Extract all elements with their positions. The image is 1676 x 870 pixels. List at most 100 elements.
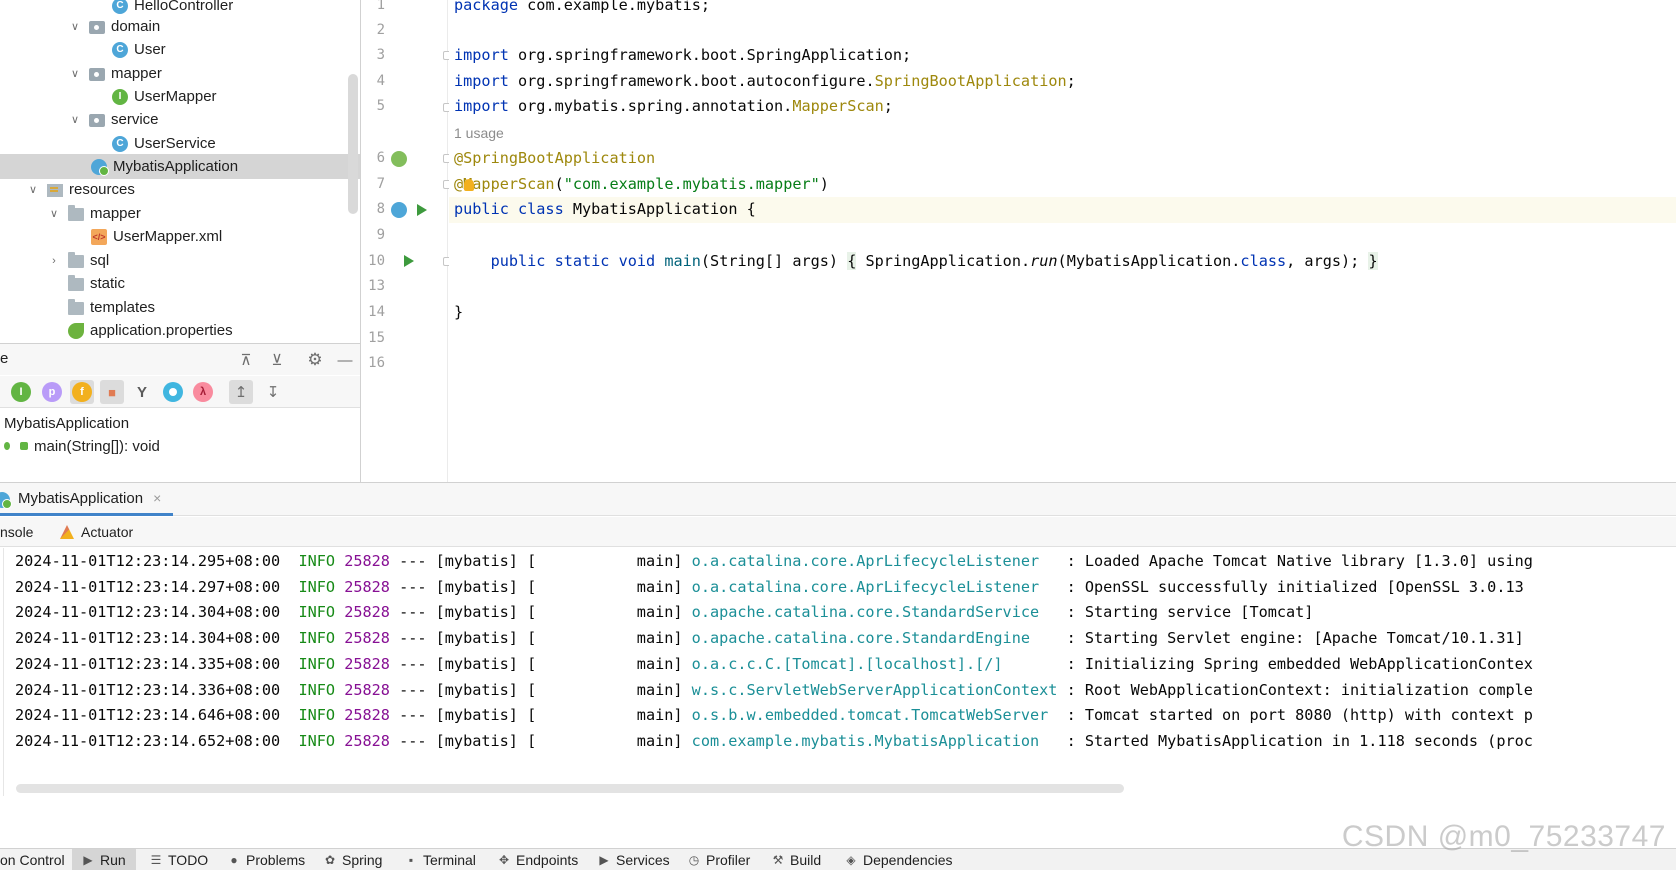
spring-icon: ✿ xyxy=(324,853,336,867)
profiler-icon: ◷ xyxy=(688,853,700,867)
tree-item-usermapper-xml[interactable]: </> UserMapper.xml xyxy=(0,224,360,249)
console-log-line[interactable]: 2024-11-01T12:23:14.335+08:00 INFO 25828… xyxy=(15,651,1533,677)
tool-services[interactable]: ▶ Services xyxy=(598,849,669,870)
tree-item-label: UserMapper.xml xyxy=(113,228,223,245)
spring-app-gutter-icon[interactable] xyxy=(391,202,407,218)
chevron-down-icon[interactable]: ∨ xyxy=(25,183,41,196)
tree-item-userservice[interactable]: C UserService xyxy=(0,131,360,156)
tool-run[interactable]: ▶ Run xyxy=(72,849,136,870)
autoscroll-to-source-icon[interactable]: ↥ xyxy=(230,381,252,403)
console-log-line[interactable]: 2024-11-01T12:23:14.646+08:00 INFO 25828… xyxy=(15,702,1533,728)
tree-item-resources[interactable]: ∨ resources xyxy=(0,177,360,202)
chevron-down-icon[interactable]: ∨ xyxy=(67,67,83,80)
tool-terminal[interactable]: ▪ Terminal xyxy=(405,849,476,870)
tree-item-usermapper[interactable]: I UserMapper xyxy=(0,84,360,109)
code-line-8[interactable]: public class MybatisApplication { xyxy=(454,197,756,222)
tree-item-domain[interactable]: ∨ domain xyxy=(0,14,360,39)
tree-item-user[interactable]: C User xyxy=(0,37,360,62)
console-log-line[interactable]: 2024-11-01T12:23:14.304+08:00 INFO 25828… xyxy=(15,599,1313,625)
code-line-5[interactable]: import org.mybatis.spring.annotation.Map… xyxy=(454,94,893,119)
code-line-1[interactable]: package com.example.mybatis; xyxy=(454,0,710,18)
tool-version-control[interactable]: on Control xyxy=(0,849,65,870)
services-icon: ▶ xyxy=(599,853,609,867)
fields-f-icon[interactable]: f xyxy=(72,382,92,402)
collapse-all-icon[interactable]: ⊻ xyxy=(266,349,288,371)
chevron-down-icon[interactable]: ∨ xyxy=(67,20,83,33)
tree-item-mybatisapplication[interactable]: MybatisApplication xyxy=(0,154,360,179)
inherited-icon[interactable]: I xyxy=(11,382,31,402)
tree-item-templates[interactable]: templates xyxy=(0,295,360,320)
tree-item-static[interactable]: static xyxy=(0,271,360,296)
tree-item-mapper-folder[interactable]: ∨ mapper xyxy=(0,201,360,226)
structure-toolbar: e ⊼ ⊻ ⚙ — xyxy=(0,343,360,375)
lambda-icon[interactable]: λ xyxy=(193,382,213,402)
line-number: 7 xyxy=(376,176,385,192)
log-pid: 25828 xyxy=(344,603,390,622)
tree-item-application-properties[interactable]: application.properties xyxy=(0,318,360,343)
code-line-6[interactable]: @SpringBootApplication xyxy=(454,146,655,171)
close-icon[interactable]: × xyxy=(153,490,161,506)
tree-scrollbar[interactable] xyxy=(348,74,358,214)
hierarchy-icon[interactable]: Y xyxy=(132,382,152,402)
console-horizontal-scrollbar[interactable] xyxy=(16,784,1124,793)
anonymous-icon[interactable] xyxy=(163,382,183,402)
structure-class[interactable]: MybatisApplication xyxy=(4,411,129,435)
minimize-icon[interactable]: — xyxy=(334,349,356,371)
properties-p-icon[interactable]: p xyxy=(42,382,62,402)
run-main-gutter-icon[interactable] xyxy=(404,255,414,267)
run-icon: ▶ xyxy=(83,853,93,867)
usage-hint[interactable]: 1 usage xyxy=(454,121,504,146)
chevron-down-icon[interactable]: ∨ xyxy=(46,207,62,220)
tool-profiler[interactable]: ◷ Profiler xyxy=(688,849,751,870)
tab-console[interactable]: nsole xyxy=(0,517,33,547)
tool-endpoints[interactable]: ✥ Endpoints xyxy=(498,849,578,870)
code-editor[interactable]: package com.example.mybatis; import org.… xyxy=(449,0,1676,482)
tab-actuator[interactable]: Actuator xyxy=(60,517,133,547)
folder-icon xyxy=(68,252,84,268)
tree-item-service[interactable]: ∨ service xyxy=(0,107,360,132)
log-logger: o.s.b.w.embedded.tomcat.TomcatWebServer xyxy=(691,706,1058,725)
expand-all-icon[interactable]: ⊼ xyxy=(235,349,257,371)
chevron-down-icon[interactable]: ∨ xyxy=(67,113,83,126)
structure-method[interactable]: main(String[]): void xyxy=(0,434,160,458)
run-config-tab[interactable]: MybatisApplication × xyxy=(0,483,174,516)
console-output[interactable]: 2024-11-01T12:23:14.295+08:00 INFO 25828… xyxy=(0,548,1676,796)
console-log-line[interactable]: 2024-11-01T12:23:14.297+08:00 INFO 25828… xyxy=(15,574,1524,600)
properties-file-icon xyxy=(68,322,84,339)
code-line-10[interactable]: public static void main(String[] args) {… xyxy=(454,249,1378,274)
tree-item-label: User xyxy=(134,41,166,58)
code-line-14[interactable]: } xyxy=(454,300,463,325)
package-icon xyxy=(89,21,105,34)
code-line-3[interactable]: import org.springframework.boot.SpringAp… xyxy=(454,43,911,68)
tool-spring[interactable]: ✿ Spring xyxy=(324,849,383,870)
tree-item-label: static xyxy=(90,275,126,292)
log-lvl: INFO xyxy=(298,680,336,699)
tool-problems[interactable]: ● Problems xyxy=(228,849,305,870)
xml-file-icon: </> xyxy=(91,228,107,245)
line-number: 4 xyxy=(376,73,385,89)
non-public-lock-icon[interactable]: ■ xyxy=(102,382,122,402)
tool-dependencies[interactable]: ◈ Dependencies xyxy=(845,849,952,870)
tree-item-label: sql xyxy=(90,252,110,269)
tool-todo[interactable]: ☰ TODO xyxy=(150,849,209,870)
autoscroll-from-source-icon[interactable]: ↧ xyxy=(262,381,284,403)
tree-item-label: MybatisApplication xyxy=(113,158,239,175)
console-log-line[interactable]: 2024-11-01T12:23:14.652+08:00 INFO 25828… xyxy=(15,728,1533,754)
tree-item-mapper-package[interactable]: ∨ mapper xyxy=(0,61,360,86)
console-log-line[interactable]: 2024-11-01T12:23:14.295+08:00 INFO 25828… xyxy=(15,548,1533,574)
spring-bean-icon[interactable] xyxy=(391,151,407,167)
gear-icon[interactable]: ⚙ xyxy=(304,349,326,371)
intention-bulb-icon[interactable] xyxy=(464,179,474,191)
tree-item-label: UserMapper xyxy=(134,88,217,105)
console-log-line[interactable]: 2024-11-01T12:23:14.304+08:00 INFO 25828… xyxy=(15,625,1524,651)
chevron-right-icon[interactable]: › xyxy=(46,255,62,267)
tool-build[interactable]: ⚒ Build xyxy=(772,849,822,870)
code-line-7[interactable]: @MapperScan("com.example.mybatis.mapper"… xyxy=(454,172,829,197)
run-gutter-icon[interactable] xyxy=(417,204,427,216)
code-line-4[interactable]: import org.springframework.boot.autoconf… xyxy=(454,69,1076,94)
log-msg: : Starting service [Tomcat] xyxy=(1057,603,1314,622)
line-number: 10 xyxy=(368,253,385,269)
console-log-line[interactable]: 2024-11-01T12:23:14.336+08:00 INFO 25828… xyxy=(15,677,1533,703)
line-number: 14 xyxy=(368,304,385,320)
tree-item-sql[interactable]: › sql xyxy=(0,248,360,273)
